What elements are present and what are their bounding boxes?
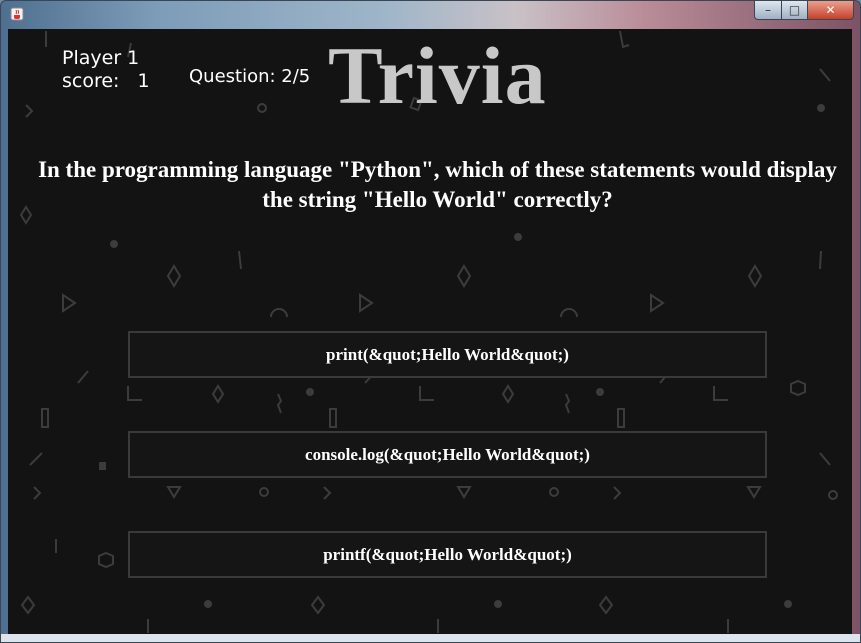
score-value: 1 (137, 70, 150, 92)
title-bar[interactable]: – □ ✕ (1, 1, 860, 29)
player-label: Player 1 (62, 47, 140, 69)
minimize-button[interactable]: – (754, 1, 782, 20)
answer-label: print(&quot;Hello World&quot;) (326, 344, 569, 364)
player-info: Player 1 score: 1 (62, 47, 150, 93)
close-button[interactable]: ✕ (808, 1, 854, 20)
score-row: score: 1 (62, 70, 150, 93)
maximize-icon: □ (788, 3, 801, 17)
answer-button-2[interactable]: console.log(&quot;Hello World&quot;) (128, 431, 767, 478)
close-icon: ✕ (825, 3, 836, 17)
minimize-icon: – (765, 3, 771, 17)
answer-button-3[interactable]: printf(&quot;Hello World&quot;) (128, 531, 767, 578)
question-counter: Question: 2/5 (189, 66, 311, 87)
question-text: In the programming language "Python", wh… (38, 157, 837, 212)
window-bottom-border (1, 634, 860, 642)
answer-button-1[interactable]: print(&quot;Hello World&quot;) (128, 331, 767, 378)
answer-label: console.log(&quot;Hello World&quot;) (305, 444, 590, 464)
maximize-button[interactable]: □ (782, 1, 808, 20)
score-label: score: (62, 70, 120, 92)
game-panel: Player 1 score: 1 Question: 2/5 Trivia In… (8, 29, 852, 634)
app-window: – □ ✕ Player 1 score: 1 Question: 2/5 Tr… (0, 0, 861, 643)
answer-label: printf(&quot;Hello World&quot;) (323, 544, 572, 564)
java-cup-icon (10, 7, 24, 21)
game-title: Trivia (328, 30, 547, 121)
